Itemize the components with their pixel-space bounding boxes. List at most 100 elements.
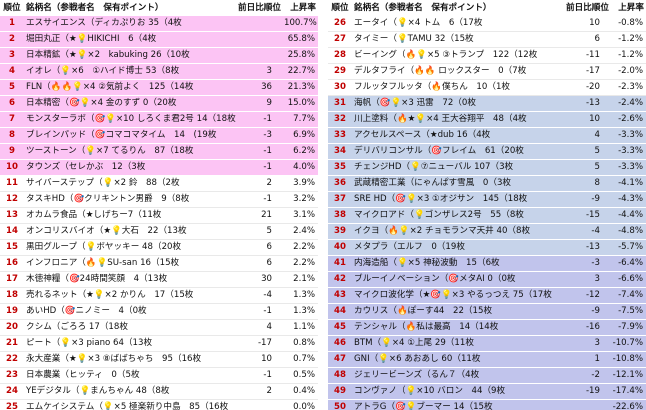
rate-cell: -1.2% — [610, 31, 646, 49]
name-cell: エムケイシステム（💡×5 極楽新り中島 85（16枚 — [24, 399, 236, 410]
change-cell: 10 — [236, 351, 282, 369]
rate-cell: -0.8% — [610, 16, 646, 33]
change-cell: 2 — [236, 175, 282, 193]
table-row: 17 木徳神糧（🎯24時間笑顔 4（13枚 30 2.1% — [0, 271, 318, 289]
change-cell — [236, 399, 282, 410]
change-cell: -17 — [564, 63, 610, 81]
rank-cell: 20 — [0, 319, 24, 337]
rate-cell: -7.4% — [610, 287, 646, 305]
rank-cell: 48 — [328, 367, 352, 385]
change-cell: -20 — [564, 79, 610, 97]
change-cell: -13 — [564, 239, 610, 257]
name-cell: ピート（💡×3 piano 64（13枚 — [24, 335, 236, 353]
change-cell: 36 — [236, 79, 282, 97]
rate-cell: -12.1% — [610, 367, 646, 385]
change-cell: -1 — [236, 303, 282, 321]
table-row: 18 売れるネット（★💡×2 かりん 17（15枚 -4 1.3% — [0, 287, 318, 305]
header-change: 前日比順位 — [564, 0, 610, 16]
rate-cell: -7.9% — [610, 319, 646, 337]
name-cell: コンヴァノ（💡×10 バロン 44（9枚 — [352, 383, 564, 401]
table-row: 28 ビーイング（🔥💡×5 ③トランプ 122（12枚 -11 -1.2% — [328, 47, 646, 65]
name-cell: SRE HD（🎯💡×3 ①オジサン 145（18枚 — [352, 191, 564, 209]
rate-cell: -2.0% — [610, 63, 646, 81]
name-cell: デリバリコンサル（🎯フレイム 61（20枚 — [352, 143, 564, 161]
name-cell: タスキHD（🎯クリキントン男爵 9（8枚 — [24, 191, 236, 209]
table-row: 12 タスキHD（🎯クリキントン男爵 9（8枚 -1 3.2% — [0, 191, 318, 209]
rate-cell: -10.7% — [610, 335, 646, 353]
change-cell: 4 — [564, 127, 610, 145]
name-cell: タウンズ（セレかぶ 12（3枚 — [24, 159, 236, 177]
name-cell: 日本農業（ヒッティ 0（5枚 — [24, 367, 236, 385]
rate-cell: 1.3% — [282, 287, 318, 305]
table-row: 38 マイクロアド（💡ゴンザレス2号 55（8枚 -15 -4.4% — [328, 207, 646, 225]
name-cell: メタプラ（エルフ 0（19枚 — [352, 239, 564, 257]
rate-cell: 3.1% — [282, 207, 318, 225]
rate-cell: -7.5% — [610, 303, 646, 321]
name-cell: デルタフライ（🔥🔥 ロックスター 0（7枚 — [352, 63, 564, 81]
table-row: 21 ピート（💡×3 piano 64（13枚 -17 0.8% — [0, 335, 318, 353]
name-cell: 日本精密（🎯💡×4 金のすず 0（20枚 — [24, 95, 236, 113]
rank-cell: 28 — [328, 47, 352, 65]
header-rate: 上昇率 — [282, 0, 318, 16]
rate-cell: -4.4% — [610, 207, 646, 225]
rank-cell: 34 — [328, 143, 352, 161]
table-row: 2 堀田丸正（★💡HIKICHI 6（4枚 65.8% — [0, 31, 318, 49]
rate-cell: -4.1% — [610, 175, 646, 193]
table-row: 27 タイミー（💡TAMU 32（15枚 6 -1.2% — [328, 31, 646, 49]
change-cell: -19 — [564, 383, 610, 401]
change-cell: -11 — [564, 47, 610, 65]
name-cell: オンコリスバイオ（★💡大石 22（13枚 — [24, 223, 236, 241]
name-cell: 川上塗料（🔥★💡×4 王大谷翔平 48（4枚 — [352, 111, 564, 129]
table-row: 3 日本精鉱（★💡×2 kabuking 26（10枚 25.8% — [0, 47, 318, 65]
rate-cell: 7.7% — [282, 111, 318, 129]
table-row: 37 SRE HD（🎯💡×3 ①オジサン 145（18枚 -9 -4.3% — [328, 191, 646, 209]
table-row: 11 サイバーステップ（💡×2 鈴 88（2枚 2 3.9% — [0, 175, 318, 193]
name-cell: ツーストーン（💡×7 てるりん 87（18枚 — [24, 143, 236, 161]
name-cell: ビーイング（🔥💡×5 ③トランプ 122（12枚 — [352, 47, 564, 65]
rate-cell: -2.3% — [610, 79, 646, 97]
table-row: 26 エータイ（💡×4 トム 6（17枚 10 -0.8% — [328, 16, 646, 33]
rate-cell: 65.8% — [282, 31, 318, 49]
rate-cell: 100.7% — [282, 16, 318, 33]
rate-cell: 0.4% — [282, 383, 318, 401]
rate-cell: -1.2% — [610, 47, 646, 65]
rate-cell: 2.1% — [282, 271, 318, 289]
rate-cell: -5.7% — [610, 239, 646, 257]
name-cell: カウリス（🔥ぽーす44 22（15枚 — [352, 303, 564, 321]
change-cell: 10 — [564, 111, 610, 129]
rank-cell: 35 — [328, 159, 352, 177]
rate-cell: -6.4% — [610, 255, 646, 273]
rate-cell: -2.4% — [610, 95, 646, 113]
table-row: 24 YEデジタル（💡まんちゃん 48（8枚 2 0.4% — [0, 383, 318, 401]
rank-cell: 17 — [0, 271, 24, 289]
change-cell: -4 — [236, 287, 282, 305]
change-cell: -1 — [236, 367, 282, 385]
name-cell: エスサイエンス（ディカぷりお 35（4枚 — [24, 16, 236, 33]
change-cell — [236, 47, 282, 65]
table-row: 42 ブルーイノベーション（🎯メタAI 0（0枚 3 -6.6% — [328, 271, 646, 289]
rate-cell: 22.7% — [282, 63, 318, 81]
change-cell: 8 — [564, 175, 610, 193]
change-cell: -15 — [564, 207, 610, 225]
change-cell: 5 — [236, 223, 282, 241]
rank-cell: 32 — [328, 111, 352, 129]
table-row: 40 メタプラ（エルフ 0（19枚 -13 -5.7% — [328, 239, 646, 257]
table-row: 44 カウリス（🔥ぽーす44 22（15枚 -9 -7.5% — [328, 303, 646, 321]
rank-cell: 47 — [328, 351, 352, 369]
table-row: 49 コンヴァノ（💡×10 バロン 44（9枚 -19 -17.4% — [328, 383, 646, 401]
change-cell: 6 — [236, 239, 282, 257]
rank-cell: 40 — [328, 239, 352, 257]
rank-cell: 12 — [0, 191, 24, 209]
table-row: 48 ジェリービーンズ（るん７（4枚 -2 -12.1% — [328, 367, 646, 385]
rank-cell: 29 — [328, 63, 352, 81]
name-cell: アクセルスペース（★dub 16（4枚 — [352, 127, 564, 145]
name-cell: ブルーイノベーション（🎯メタAI 0（0枚 — [352, 271, 564, 289]
rank-cell: 1 — [0, 16, 24, 33]
rate-cell: -3.3% — [610, 159, 646, 177]
table-row: 33 アクセルスペース（★dub 16（4枚 4 -3.3% — [328, 127, 646, 145]
rate-cell: -22.6% — [610, 399, 646, 410]
table-row: 19 あいHD（🎯ニノミー 4（0枚 -1 1.3% — [0, 303, 318, 321]
table-row: 39 イクヨ（🔥💡×2 チョモランマ天井 40（8枚 -4 -4.8% — [328, 223, 646, 241]
table-row: 4 イオレ（💡×6 ①ハイド博士 53（8枚 3 22.7% — [0, 63, 318, 81]
rate-cell: -3.3% — [610, 127, 646, 145]
